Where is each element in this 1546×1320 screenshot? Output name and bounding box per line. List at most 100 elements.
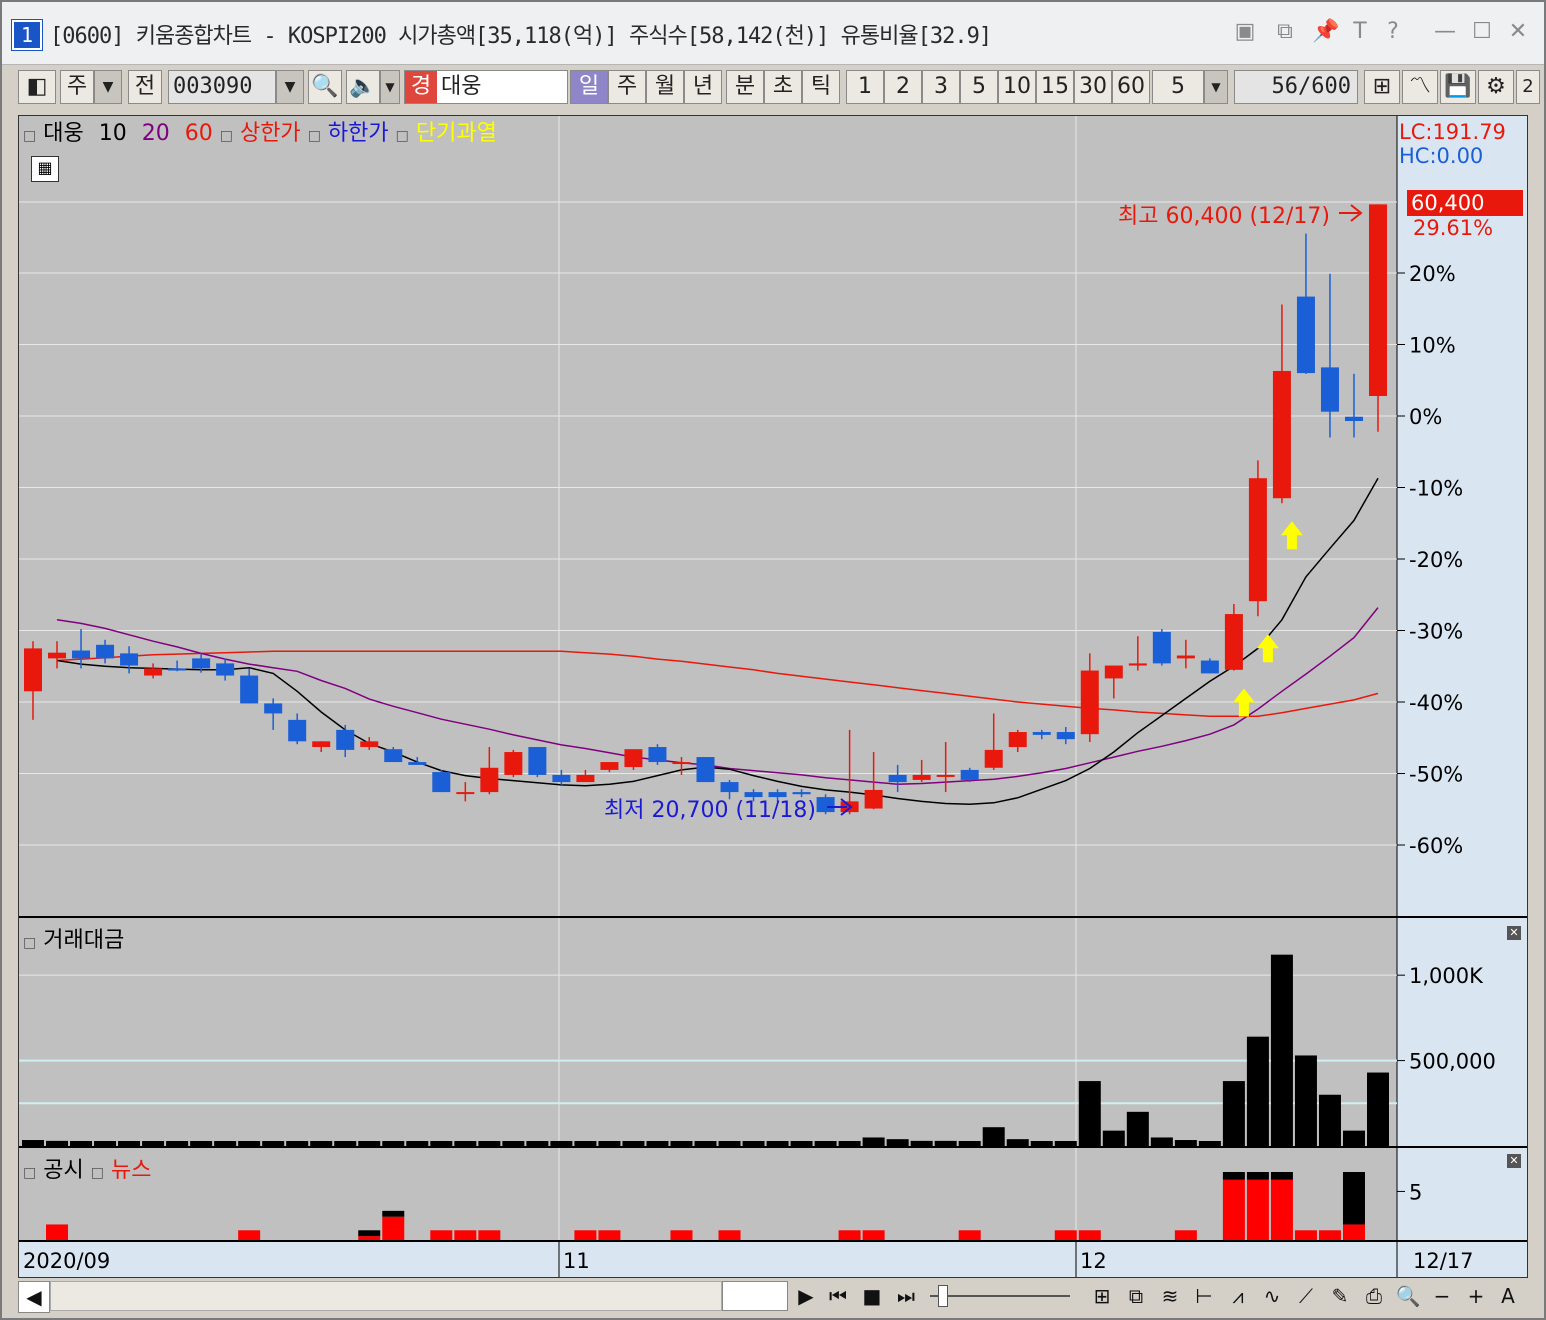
legend-lower: 하한가 <box>327 121 389 146</box>
minimize-icon[interactable]: — <box>1432 18 1458 46</box>
hc-label: HC:0.00 <box>1399 144 1484 168</box>
stock-name-field[interactable]: 경 대웅 <box>404 70 568 104</box>
help-icon[interactable]: ? <box>1380 18 1406 46</box>
data-table-icon[interactable]: ▦ <box>31 156 59 182</box>
volume-bar <box>1270 954 1293 1146</box>
volume-bar <box>598 1141 621 1146</box>
grid-layout-icon[interactable]: ⊞ <box>1088 1281 1116 1311</box>
period-tab[interactable]: 년 <box>684 70 722 104</box>
volume-bar <box>190 1141 213 1146</box>
scroll-left-icon[interactable]: ◀ <box>18 1281 50 1313</box>
prev-button[interactable]: 전 <box>128 70 162 104</box>
volume-bar <box>286 1141 309 1146</box>
candle-body <box>912 774 931 780</box>
pin-icon[interactable]: 📌 <box>1312 18 1339 46</box>
zoom-icon[interactable]: 🔍 <box>1394 1281 1422 1311</box>
rewind-icon[interactable]: ⏮ <box>824 1281 852 1311</box>
scroll-thumb[interactable] <box>722 1281 788 1311</box>
settings-gear-icon[interactable]: ⚙ <box>1478 70 1514 104</box>
add-indicator-icon[interactable]: ⊞ <box>1364 70 1400 104</box>
price-tick-label: 20% <box>1409 262 1456 286</box>
screenshot-icon[interactable]: ⎙ <box>1360 1281 1388 1311</box>
interval-button[interactable]: 3 <box>922 70 960 104</box>
volume-bar <box>1318 1094 1341 1146</box>
compare-icon[interactable]: 〽 <box>1402 70 1438 104</box>
market-dropdown-icon[interactable]: ▼ <box>94 70 122 104</box>
dash-icon[interactable]: ≋ <box>1156 1281 1184 1311</box>
interval-button[interactable]: 1 <box>846 70 884 104</box>
count-select[interactable]: 5 <box>1152 70 1204 104</box>
scroll-track[interactable] <box>50 1281 722 1311</box>
period-tab[interactable]: 틱 <box>802 70 840 104</box>
chart-window: 1 [0600] 키움종합차트 - KOSPI200 시가총액[35,118(억… <box>0 0 1546 1320</box>
zoom-slider[interactable] <box>930 1295 1070 1297</box>
chart-svg[interactable]: 20% 10% 0% -10% -20% -30% -40% -50% -60% 2020/09 1… <box>19 116 1527 1277</box>
interval-button[interactable]: 5 <box>960 70 998 104</box>
speaker-icon[interactable]: 🔈 <box>346 70 380 104</box>
close-icon[interactable]: ✕ <box>1505 18 1531 46</box>
candle-body <box>1200 660 1219 674</box>
volume-bar <box>22 1140 44 1146</box>
zoom-in-icon[interactable]: + <box>1462 1281 1490 1311</box>
volume-bar <box>430 1141 453 1146</box>
candle-body <box>168 668 187 671</box>
code-dropdown-icon[interactable]: ▼ <box>276 70 304 104</box>
maximize-icon[interactable]: ☐ <box>1469 18 1495 46</box>
volume-pane-close-icon[interactable]: ✕ <box>1507 926 1521 940</box>
interval-button[interactable]: 2 <box>884 70 922 104</box>
layout-icon[interactable]: ▣ <box>1232 18 1258 46</box>
disclosure-bar <box>358 1236 381 1240</box>
interval-button[interactable]: 15 <box>1036 70 1074 104</box>
news-pane-close-icon[interactable]: ✕ <box>1507 1154 1521 1168</box>
period-tab[interactable]: 초 <box>764 70 802 104</box>
candle-body <box>576 774 595 783</box>
fast-forward-icon[interactable]: ⏭ <box>892 1281 920 1311</box>
volume-bar <box>142 1141 165 1146</box>
title-bar[interactable]: 1 [0600] 키움종합차트 - KOSPI200 시가총액[35,118(억… <box>2 2 1544 65</box>
save-icon[interactable]: 💾 <box>1440 70 1476 104</box>
interval-button[interactable]: 30 <box>1074 70 1112 104</box>
disclosure-bar <box>1078 1230 1101 1240</box>
line-tool-icon[interactable]: ⟋ <box>1292 1281 1320 1311</box>
candle-body <box>24 648 42 692</box>
period-tab[interactable]: 분 <box>726 70 764 104</box>
disclosure-bar <box>1342 1224 1365 1240</box>
multi-window-icon[interactable]: ⧉ <box>1122 1281 1150 1311</box>
price-tick-label: -50% <box>1409 763 1463 787</box>
bar-count[interactable]: 56/600 <box>1234 70 1358 104</box>
draw-icon[interactable]: ✎ <box>1326 1281 1354 1311</box>
candle-body <box>1344 416 1363 422</box>
zoom-slider-handle[interactable] <box>938 1285 948 1307</box>
stock-code-input[interactable]: 003090 <box>168 70 276 104</box>
interval-button[interactable]: 10 <box>998 70 1036 104</box>
chart-area[interactable]: 20% 10% 0% -10% -20% -30% -40% -50% -60% 2020/09 1… <box>18 115 1528 1278</box>
crosshair-icon[interactable]: ⊢ <box>1190 1281 1218 1311</box>
speaker-dropdown-icon[interactable]: ▼ <box>380 70 400 104</box>
trend-icon[interactable]: ⩘ <box>1224 1281 1252 1311</box>
period-tab[interactable]: 주 <box>608 70 646 104</box>
interval-button[interactable]: 60 <box>1112 70 1150 104</box>
font-icon[interactable]: A <box>1494 1281 1522 1311</box>
extra-button[interactable]: 2 <box>1516 70 1540 104</box>
stop-icon[interactable]: ■ <box>858 1281 886 1311</box>
scroll-right-icon[interactable]: ▶ <box>792 1281 820 1311</box>
disclosure-bar <box>838 1230 861 1240</box>
legend-ma20: 20 <box>141 121 170 146</box>
volume-tick-label: 500,000 <box>1409 1050 1496 1074</box>
panel-toggle-icon[interactable]: ◧ <box>18 70 56 104</box>
volume-bar <box>838 1141 861 1146</box>
count-dropdown-icon[interactable]: ▼ <box>1204 70 1228 104</box>
volume-bar <box>1102 1130 1125 1146</box>
wave-icon[interactable]: ∿ <box>1258 1281 1286 1311</box>
period-tab[interactable]: 일 <box>570 70 608 104</box>
search-icon[interactable]: 🔍 <box>308 70 342 104</box>
text-icon[interactable]: T <box>1347 18 1373 46</box>
candle-body <box>72 650 91 659</box>
market-select[interactable]: 주 <box>60 70 94 104</box>
zoom-out-icon[interactable]: − <box>1428 1281 1456 1311</box>
news-legend: □ 공시 □ 뉴스 <box>23 1152 151 1184</box>
volume-bar <box>1246 1036 1269 1146</box>
copy-window-icon[interactable]: ⧉ <box>1272 18 1298 46</box>
period-tab[interactable]: 월 <box>646 70 684 104</box>
disclosure-bar <box>1246 1179 1269 1240</box>
